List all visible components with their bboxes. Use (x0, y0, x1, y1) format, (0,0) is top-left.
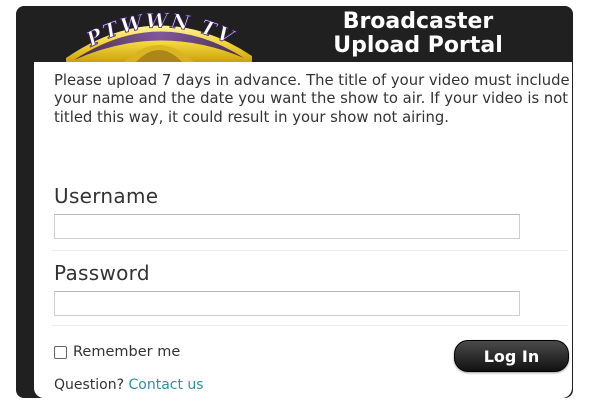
question-text: Question? (54, 377, 125, 393)
portal-title-line2: Upload Portal (333, 33, 503, 58)
remember-me-label: Remember me (73, 344, 181, 360)
login-button[interactable]: Log In (454, 340, 569, 372)
portal-title-line1: Broadcaster (342, 9, 494, 34)
remember-me[interactable]: Remember me (54, 344, 180, 360)
portal-title: Broadcaster Upload Portal (278, 10, 558, 58)
portal-header: PTWWN TV Broadcaster Upload Portal (16, 6, 573, 62)
password-label: Password (54, 261, 150, 285)
contact-us-link[interactable]: Contact us (129, 377, 204, 393)
remember-me-checkbox[interactable] (54, 345, 67, 359)
portal-frame: PTWWN TV Broadcaster Upload Portal Pleas… (16, 6, 573, 398)
divider (52, 250, 568, 251)
login-panel: Please upload 7 days in advance. The tit… (34, 62, 572, 398)
upload-instructions: Please upload 7 days in advance. The tit… (54, 72, 570, 126)
username-input[interactable] (54, 214, 520, 239)
password-input[interactable] (54, 291, 520, 316)
divider (52, 325, 568, 326)
username-label: Username (54, 184, 159, 208)
question-line: Question? Contact us (54, 377, 204, 393)
ptwwn-logo: PTWWN TV (66, 8, 252, 62)
